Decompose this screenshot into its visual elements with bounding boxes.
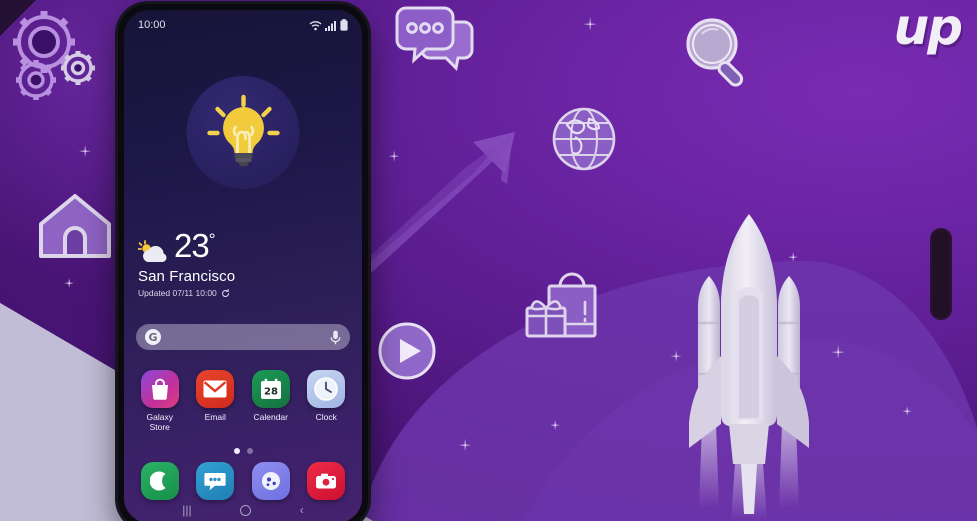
- dock: [132, 462, 354, 500]
- poster-canvas: up 10:00 23° San Francisco Updated 07/11…: [0, 0, 977, 521]
- shopping-bag-gift-icon: [521, 268, 601, 340]
- messages-app[interactable]: [196, 462, 235, 500]
- recents-button[interactable]: |||: [182, 504, 191, 516]
- status-bar-icons: [309, 19, 348, 31]
- lightbulb-hero: [186, 76, 300, 189]
- app-label: Clock: [315, 412, 337, 422]
- status-bar-time: 10:00: [138, 19, 166, 31]
- arrow-up-right-icon: [355, 128, 545, 288]
- sun-cloud-icon: [138, 240, 167, 262]
- phone-side-key: [930, 228, 952, 320]
- clock-icon[interactable]: [307, 370, 346, 408]
- google-logo-icon: G: [145, 329, 161, 345]
- weather-city: San Francisco: [138, 268, 236, 285]
- shopping-bag-icon[interactable]: [140, 370, 179, 408]
- weather-widget[interactable]: 23° San Francisco Updated 07/11 10:00: [138, 229, 235, 298]
- signal-icon: [325, 20, 336, 31]
- page-indicator: [124, 448, 362, 454]
- envelope-icon[interactable]: [196, 370, 235, 408]
- app-label: Calendar: [253, 412, 289, 422]
- app-row: Galaxy Store Email 28 Calendar Clock: [132, 370, 354, 433]
- wifi-icon: [309, 20, 322, 30]
- home-button[interactable]: [240, 504, 252, 516]
- navigation-bar: ||| ‹: [124, 499, 362, 521]
- search-bar[interactable]: G: [136, 324, 350, 350]
- gears-icon: [6, 4, 102, 108]
- rocket-illustration: [663, 208, 835, 521]
- weather-temperature: 23°: [174, 227, 216, 264]
- contacts-app[interactable]: [251, 462, 290, 500]
- app-label: Galaxy Store: [146, 412, 173, 432]
- brand-logo: up: [893, 0, 963, 56]
- globe-icon: [549, 103, 619, 175]
- app-label: Email: [204, 412, 226, 422]
- app-email[interactable]: Email: [189, 370, 241, 433]
- battery-icon: [340, 19, 348, 31]
- status-bar: 10:00: [124, 10, 362, 40]
- refresh-icon: [221, 288, 229, 297]
- back-button[interactable]: ‹: [300, 504, 304, 516]
- lightbulb-icon: [206, 94, 280, 166]
- app-galaxy-store[interactable]: Galaxy Store: [134, 370, 186, 433]
- magnifier-icon: [680, 14, 758, 92]
- chat-bubbles-icon: [392, 4, 486, 78]
- app-clock[interactable]: Clock: [300, 370, 352, 433]
- weather-updated: Updated 07/11 10:00: [138, 288, 235, 298]
- camera-app[interactable]: [307, 462, 346, 500]
- page-dot-active[interactable]: [233, 448, 240, 454]
- app-calendar[interactable]: 28 Calendar: [245, 370, 297, 433]
- home-icon: [36, 190, 114, 262]
- page-dot[interactable]: [246, 448, 253, 454]
- play-button-icon[interactable]: [377, 321, 437, 381]
- svg-text:28: 28: [264, 387, 278, 398]
- phone-mockup: 10:00 23° San Francisco Updated 07/11 10…: [118, 4, 368, 521]
- calendar-icon[interactable]: 28: [251, 370, 290, 408]
- microphone-icon: [330, 330, 341, 344]
- phone-screen: 10:00 23° San Francisco Updated 07/11 10…: [124, 10, 362, 521]
- phone-app[interactable]: [140, 462, 179, 500]
